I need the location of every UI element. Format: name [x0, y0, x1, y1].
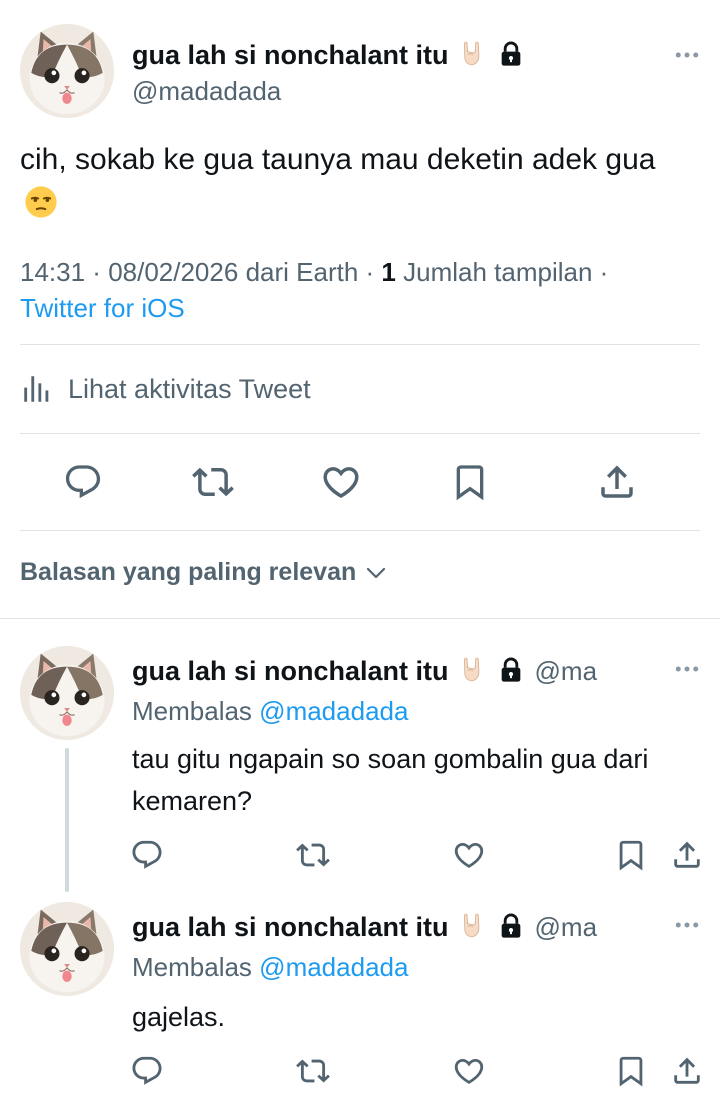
lock-icon: [497, 40, 525, 68]
reply-avatar[interactable]: [20, 902, 114, 996]
thread-line: [65, 748, 69, 892]
display-name-text: gua lah si nonchalant itu: [132, 40, 449, 70]
retweet-icon[interactable]: [192, 461, 234, 503]
share-icon[interactable]: [670, 838, 704, 872]
reply-sort-dropdown[interactable]: Balasan yang paling relevan: [20, 558, 388, 587]
more-icon[interactable]: [672, 654, 702, 684]
reply-handle[interactable]: @ma: [535, 656, 598, 686]
reply-icon[interactable]: [130, 838, 164, 872]
reply-display-name-text: gua lah si nonchalant itu: [132, 912, 449, 942]
horns-emoji-icon: [457, 654, 487, 684]
lock-icon: [497, 656, 525, 684]
user-handle[interactable]: @madadada: [132, 76, 281, 107]
reply-handle[interactable]: @ma: [535, 912, 598, 942]
more-icon[interactable]: [672, 910, 702, 940]
share-icon[interactable]: [670, 1054, 704, 1088]
divider: [20, 344, 700, 345]
retweet-icon[interactable]: [296, 838, 330, 872]
replying-to-prefix: Membalas: [132, 696, 252, 726]
tweet-text: cih, sokab ke gua taunya mau deketin ade…: [20, 138, 680, 226]
divider: [20, 433, 700, 434]
display-name[interactable]: gua lah si nonchalant itu: [132, 38, 525, 71]
section-divider: [0, 618, 720, 619]
tweet-time[interactable]: 14:31: [20, 257, 85, 287]
replying-to-handle[interactable]: @madadada: [259, 696, 408, 726]
reply-display-name-text: gua lah si nonchalant itu: [132, 656, 449, 686]
like-icon[interactable]: [320, 461, 362, 503]
retweet-icon[interactable]: [296, 1054, 330, 1088]
like-icon[interactable]: [452, 1054, 486, 1088]
bookmark-icon[interactable]: [614, 1054, 648, 1088]
view-count: 1: [381, 257, 396, 287]
tweet-text-body: cih, sokab ke gua taunya mau deketin ade…: [20, 143, 656, 176]
analytics-icon: [20, 372, 54, 406]
replying-to: Membalas @madadada: [132, 696, 408, 727]
reply-text: gajelas.: [132, 1002, 226, 1032]
tweet-meta: 14:31 · 08/02/2026 dari Earth · 1 Jumlah…: [20, 257, 609, 323]
view-label: Jumlah tampilan: [403, 257, 593, 287]
replying-to: Membalas @madadada: [132, 952, 408, 983]
reply-avatar[interactable]: [20, 646, 114, 740]
lock-icon: [497, 912, 525, 940]
avatar[interactable]: [20, 24, 114, 118]
reply-display-name[interactable]: gua lah si nonchalant itu @ma: [132, 910, 597, 943]
reply-sort-label: Balasan yang paling relevan: [20, 558, 357, 586]
reply-icon[interactable]: [130, 1054, 164, 1088]
tweet-activity-label: Lihat aktivitas Tweet: [68, 373, 311, 404]
like-icon[interactable]: [452, 838, 486, 872]
bookmark-icon[interactable]: [614, 838, 648, 872]
tweet-date[interactable]: 08/02/2026: [108, 257, 238, 287]
horns-emoji-icon: [457, 910, 487, 940]
replying-to-handle[interactable]: @madadada: [259, 952, 408, 982]
divider: [20, 530, 700, 531]
tweet-activity-link[interactable]: Lihat aktivitas Tweet: [20, 368, 311, 410]
bookmark-icon[interactable]: [450, 462, 490, 502]
more-icon[interactable]: [672, 40, 702, 70]
unamused-face-emoji-icon: [24, 185, 58, 219]
reply-text: tau gitu ngapain so soan gombalin gua da…: [132, 744, 649, 816]
horns-emoji-icon: [457, 38, 487, 68]
share-icon[interactable]: [596, 461, 638, 503]
chevron-down-icon: [364, 561, 388, 585]
client-link[interactable]: Twitter for iOS: [20, 293, 185, 323]
reply-icon[interactable]: [63, 462, 103, 502]
reply-display-name[interactable]: gua lah si nonchalant itu @ma: [132, 654, 597, 687]
tweet-location: dari Earth: [245, 257, 359, 287]
replying-to-prefix: Membalas: [132, 952, 252, 982]
